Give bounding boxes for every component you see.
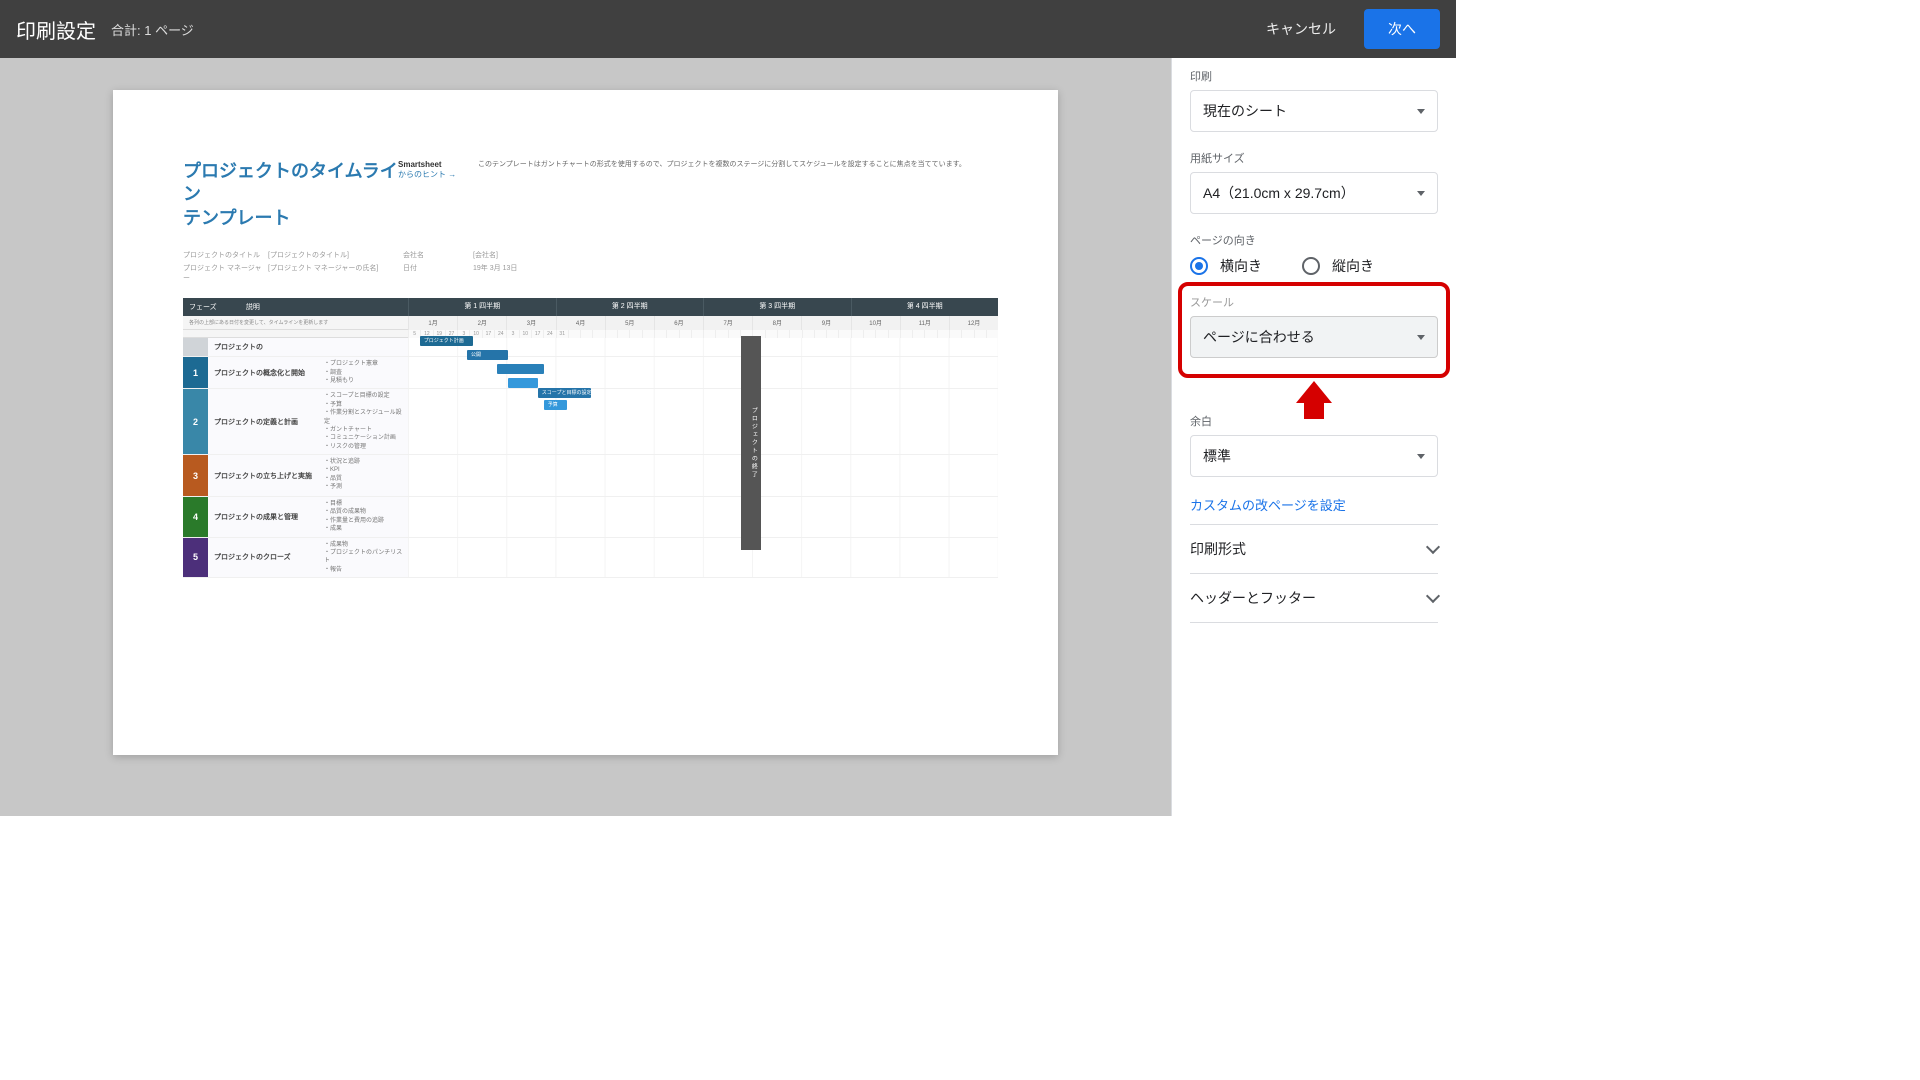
orientation-label: ページの向き (1190, 232, 1438, 248)
caret-down-icon (1417, 454, 1425, 459)
caret-down-icon (1417, 335, 1425, 340)
header-footer-accordion[interactable]: ヘッダーとフッター (1190, 573, 1438, 623)
chevron-down-icon (1426, 540, 1440, 554)
scale-label: スケール (1190, 294, 1438, 310)
paper-size-select[interactable]: A4（21.0cm x 29.7cm） (1190, 172, 1438, 214)
print-format-accordion[interactable]: 印刷形式 (1190, 524, 1438, 573)
orientation-landscape-radio[interactable]: 横向き (1190, 256, 1262, 276)
sheet-description: このテンプレートはガントチャートの形式を使用するので、プロジェクトを複数のステー… (478, 160, 998, 230)
preview-page: プロジェクトのタイムライン テンプレート Smartsheet からのヒント →… (113, 90, 1058, 755)
orientation-portrait-radio[interactable]: 縦向き (1302, 256, 1374, 276)
print-preview-area: プロジェクトのタイムライン テンプレート Smartsheet からのヒント →… (0, 58, 1171, 816)
margin-select[interactable]: 標準 (1190, 435, 1438, 477)
print-label: 印刷 (1190, 68, 1438, 84)
print-sidebar: 印刷 現在のシート 用紙サイズ A4（21.0cm x 29.7cm） ページの… (1171, 58, 1456, 816)
sheet-hint: Smartsheet からのヒント → (398, 160, 478, 230)
cancel-button[interactable]: キャンセル (1254, 9, 1348, 49)
radio-on-icon (1190, 257, 1208, 275)
topbar: 印刷設定 合計: 1 ページ キャンセル 次へ (0, 0, 1456, 58)
scale-highlight-annotation: スケール ページに合わせる (1178, 282, 1450, 378)
scale-select[interactable]: ページに合わせる (1190, 316, 1438, 358)
caret-down-icon (1417, 191, 1425, 196)
chevron-down-icon (1426, 589, 1440, 603)
dialog-title: 印刷設定 (16, 15, 96, 44)
paper-size-label: 用紙サイズ (1190, 150, 1438, 166)
page-count: 合計: 1 ページ (111, 20, 194, 39)
next-button[interactable]: 次へ (1364, 9, 1440, 49)
gantt-chart: フェーズ 説明 第 1 四半期第 2 四半期第 3 四半期第 4 四半期 各列の… (183, 298, 998, 578)
caret-down-icon (1417, 109, 1425, 114)
arrow-up-annotation-icon (1296, 381, 1332, 403)
custom-pagebreak-link[interactable]: カスタムの改ページを設定 (1190, 495, 1438, 514)
radio-off-icon (1302, 257, 1320, 275)
meta-rows: プロジェクトのタイトル[プロジェクトのタイトル]会社名[会社名]プロジェクト マ… (183, 250, 998, 283)
sheet-title: プロジェクトのタイムライン テンプレート (183, 160, 398, 230)
print-target-select[interactable]: 現在のシート (1190, 90, 1438, 132)
